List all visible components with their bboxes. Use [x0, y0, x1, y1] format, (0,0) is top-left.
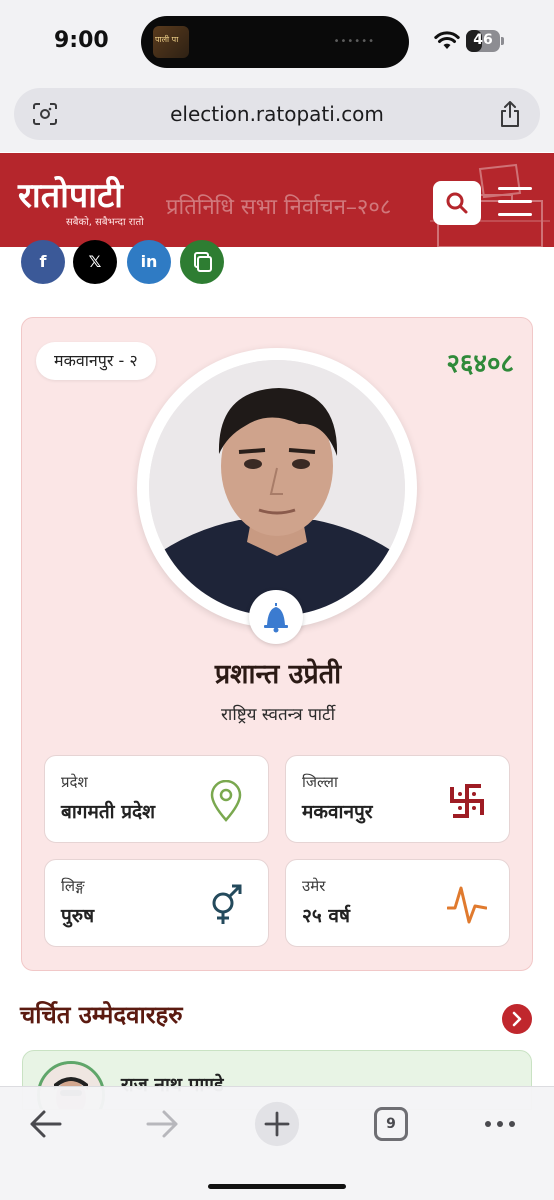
candidate-photo	[149, 360, 405, 616]
search-button[interactable]	[433, 181, 481, 225]
site-header: रातोपाटी सबैको, सबैभन्दा रातो प्रतिनिधि …	[0, 153, 554, 247]
district-info: जिल्ला मकवानपुर	[285, 755, 510, 843]
candidate-name: प्रशान्त उप्रेती	[214, 659, 342, 690]
election-title: प्रतिनिधि सभा निर्वाचन–२०८	[166, 195, 392, 220]
province-info: प्रदेश बागमती प्रदेश	[44, 755, 269, 843]
dynamic-island: पाली पा ••••••	[141, 16, 409, 68]
copy-icon	[194, 252, 212, 272]
browser-address-area: election.ratopati.com	[0, 82, 554, 152]
island-dots-icon: ••••••	[333, 36, 375, 47]
info-value: मकवानपुर	[302, 801, 373, 823]
featured-candidates-heading: चर्चित उम्मेदवारहरु	[20, 1000, 183, 1029]
linkedin-icon: in	[140, 252, 158, 271]
hamburger-menu-icon[interactable]	[496, 185, 536, 219]
site-tagline: सबैको, सबैभन्दा रातो	[66, 217, 144, 228]
candidate-photo-frame	[137, 348, 417, 628]
info-value: बागमती प्रदेश	[61, 801, 156, 823]
constituency-badge: मकवानपुर - २	[36, 342, 156, 380]
site-logo[interactable]: रातोपाटी	[18, 171, 123, 217]
forward-arrow-icon[interactable]	[142, 1101, 182, 1147]
more-options-icon[interactable]	[480, 1101, 520, 1147]
battery-icon: 46	[466, 30, 504, 52]
copy-link-button[interactable]	[180, 240, 224, 284]
chevron-right-icon	[512, 1011, 522, 1027]
status-bar: 9:00 पाली पा •••••• 46	[0, 0, 554, 82]
battery-level: 46	[473, 32, 493, 48]
x-share-button[interactable]: 𝕏	[73, 240, 117, 284]
info-value: २५ वर्ष	[302, 905, 350, 927]
swastika-icon	[450, 784, 484, 818]
age-info: उमेर २५ वर्ष	[285, 859, 510, 947]
x-icon: 𝕏	[88, 252, 102, 271]
social-share-row: f 𝕏 in	[20, 240, 240, 284]
featured-next-button[interactable]	[502, 1004, 532, 1034]
info-label: जिल्ला	[302, 773, 338, 791]
new-tab-icon[interactable]	[252, 1101, 302, 1147]
linkedin-share-button[interactable]: in	[127, 240, 171, 284]
party-symbol-badge	[249, 590, 303, 644]
wifi-icon	[434, 31, 460, 49]
location-pin-icon	[210, 780, 242, 822]
island-thumb-text: पाली पा	[155, 35, 179, 44]
url-text[interactable]: election.ratopati.com	[14, 102, 540, 126]
share-icon[interactable]	[498, 100, 522, 128]
info-label: उमेर	[302, 877, 326, 895]
info-label: लिङ्ग	[61, 877, 85, 895]
back-arrow-icon[interactable]	[26, 1101, 66, 1147]
tab-switcher-button[interactable]: 9	[374, 1107, 408, 1141]
status-time: 9:00	[54, 28, 109, 53]
browser-toolbar: 9	[0, 1086, 554, 1200]
info-label: प्रदेश	[61, 773, 88, 791]
address-bar[interactable]: election.ratopati.com	[14, 88, 540, 140]
pulse-icon	[447, 886, 487, 924]
facebook-icon: f	[39, 252, 47, 271]
bell-icon	[264, 603, 288, 633]
candidate-party[interactable]: राष्ट्रिय स्वतन्त्र पार्टी	[22, 702, 534, 725]
gender-info: लिङ्ग पुरुष	[44, 859, 269, 947]
search-icon	[446, 192, 468, 214]
now-playing-thumbnail: पाली पा	[153, 26, 189, 58]
candidate-card: मकवानपुर - २ २६४०८ प्रशान्त उप्रेती राष्…	[21, 317, 533, 971]
facebook-share-button[interactable]: f	[21, 240, 65, 284]
vote-count: २६४०८	[446, 349, 514, 379]
gender-icon	[212, 884, 242, 924]
info-value: पुरुष	[61, 905, 95, 927]
home-indicator	[208, 1184, 346, 1189]
